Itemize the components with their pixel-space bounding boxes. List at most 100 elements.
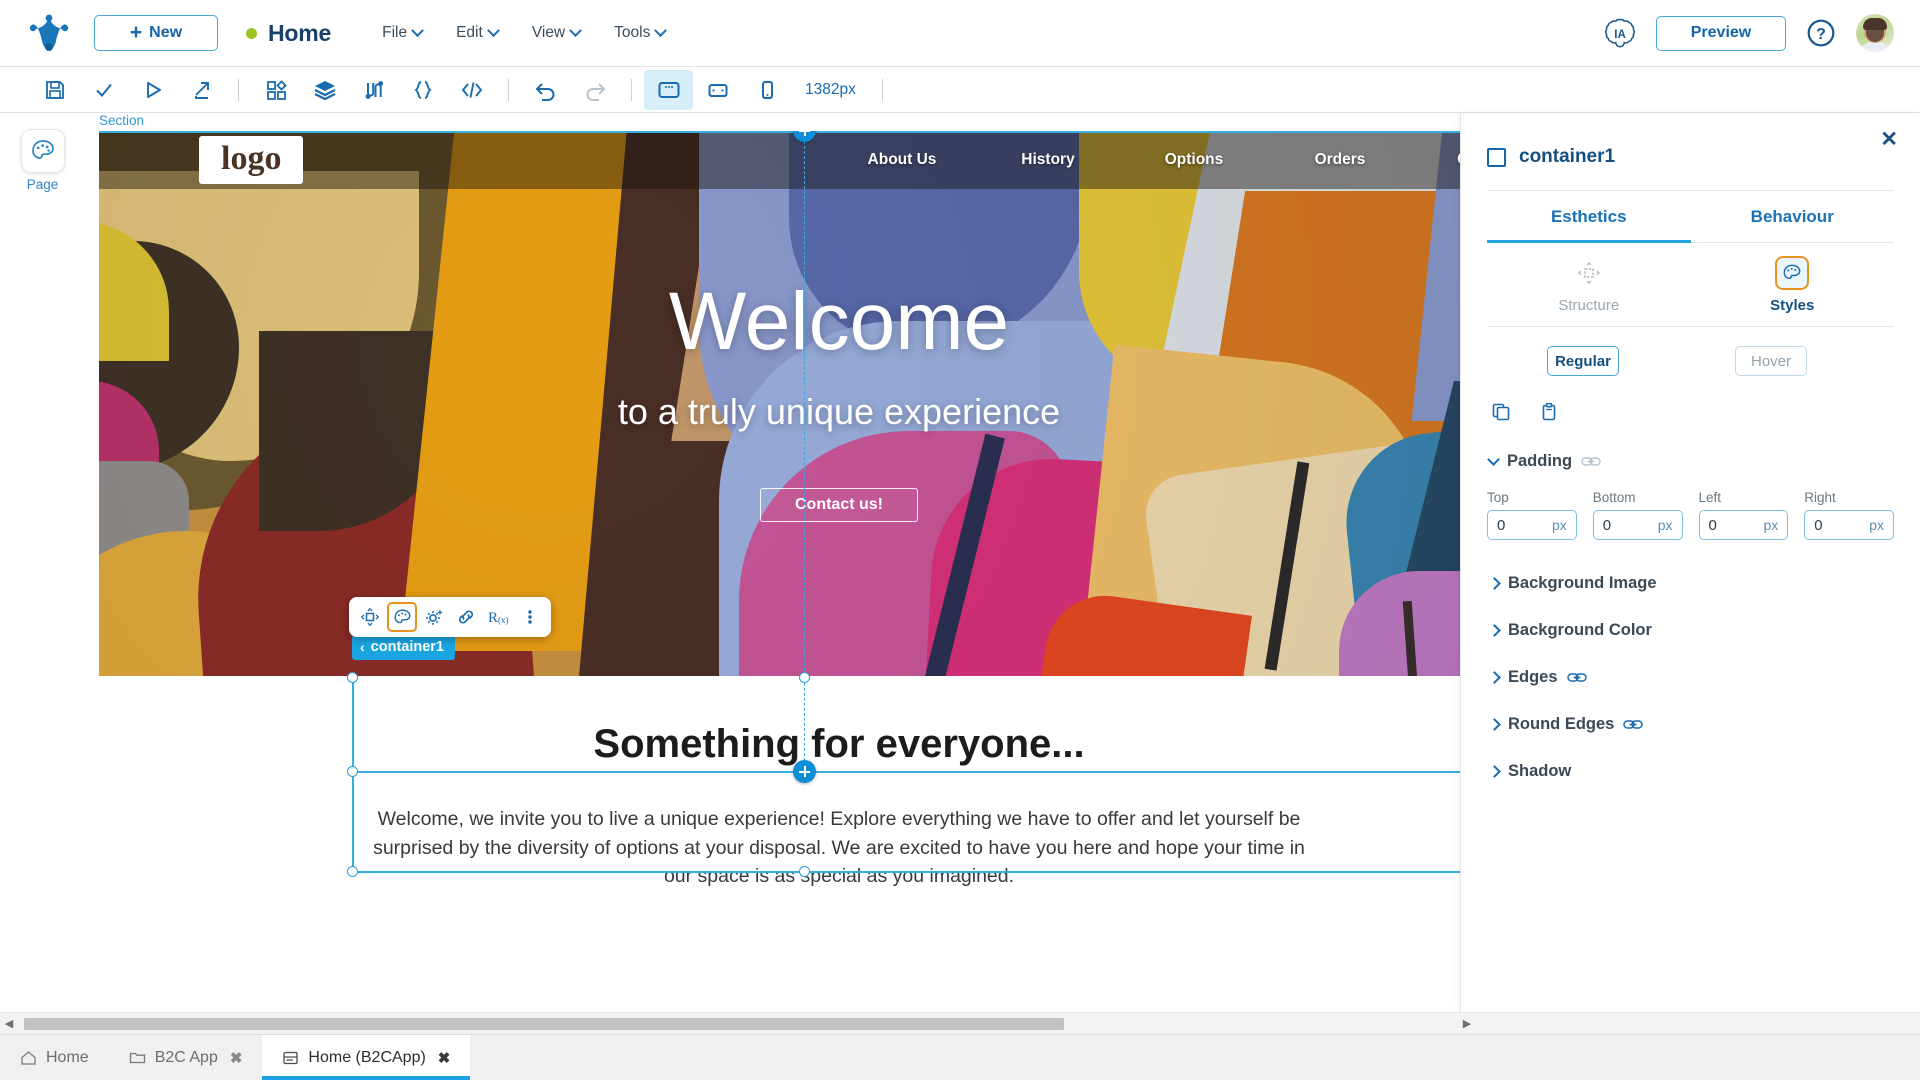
selection-badge-container1[interactable]: ‹ container1	[352, 635, 456, 660]
braces-icon[interactable]	[398, 70, 447, 110]
padding-top-input[interactable]: 0 px	[1487, 510, 1577, 540]
avatar[interactable]	[1856, 14, 1894, 52]
accordion-edges[interactable]: Edges	[1487, 654, 1894, 701]
link-icon[interactable]	[451, 602, 481, 632]
formula-icon[interactable]: R (x)	[483, 602, 513, 632]
data-icon[interactable]	[349, 70, 398, 110]
components-icon[interactable]	[251, 70, 300, 110]
design-canvas[interactable]: Section logo About Us History Options Or…	[85, 113, 1460, 1012]
rail-item-page[interactable]: Page	[0, 129, 85, 192]
copy-icon[interactable]	[1487, 398, 1515, 426]
accordion-background-image-label: Background Image	[1508, 574, 1657, 592]
move-icon[interactable]	[355, 602, 385, 632]
check-icon[interactable]	[79, 70, 128, 110]
effects-icon[interactable]	[419, 602, 449, 632]
menu-view[interactable]: View	[515, 18, 597, 48]
bottom-tab-b2c-app[interactable]: B2C App ✖	[109, 1035, 263, 1080]
scroll-left-icon[interactable]: ◀	[0, 1017, 18, 1030]
padding-left-input[interactable]: 0 px	[1698, 510, 1789, 540]
app-logo-icon[interactable]	[26, 11, 72, 55]
state-regular-button[interactable]: Regular	[1547, 346, 1619, 376]
ia-badge-icon[interactable]: IA	[1604, 17, 1636, 49]
chevron-right-icon	[1488, 624, 1501, 637]
resize-handle-bottom-center[interactable]	[799, 866, 810, 877]
panel-element-header: container1	[1487, 113, 1894, 190]
content-section[interactable]: Something for everyone... Welcome, we in…	[99, 676, 1460, 891]
padding-top-cell: Top 0 px	[1487, 490, 1577, 540]
menu-tools-label: Tools	[614, 24, 651, 41]
accordion-shadow-label: Shadow	[1508, 762, 1572, 780]
bottom-tab-home-b2capp[interactable]: Home (B2CApp) ✖	[262, 1035, 471, 1080]
nav-link-contact[interactable]: Contact	[1413, 151, 1460, 169]
hero-subtitle: to a truly unique experience	[617, 391, 1061, 432]
subtab-styles[interactable]: Styles	[1691, 243, 1895, 326]
accordion-background-color[interactable]: Background Color	[1487, 607, 1894, 654]
paste-icon[interactable]	[1535, 398, 1563, 426]
selection-badge-label: container1	[370, 639, 445, 655]
resize-handle-top-center[interactable]	[799, 672, 810, 683]
content-heading: Something for everyone...	[593, 722, 1085, 766]
accordion-padding[interactable]: Padding	[1487, 443, 1894, 480]
hero-cta-button[interactable]: Contact us!	[760, 488, 918, 522]
scroll-thumb[interactable]	[24, 1017, 1064, 1030]
link-chain-icon[interactable]	[1581, 455, 1601, 468]
bottom-tab-home[interactable]: Home	[0, 1035, 109, 1080]
tab-esthetics[interactable]: Esthetics	[1487, 191, 1691, 243]
viewport-width-value[interactable]: 1382px	[791, 81, 870, 99]
accordion-round-edges-label: Round Edges	[1508, 715, 1615, 733]
folder-icon	[129, 1050, 146, 1065]
link-chain-icon[interactable]	[1566, 671, 1587, 684]
undo-icon[interactable]	[521, 70, 570, 110]
horizontal-scrollbar[interactable]: ◀ ▶	[0, 1012, 1920, 1034]
viewport-desktop-icon[interactable]	[644, 69, 693, 110]
close-icon[interactable]: ✖	[438, 1049, 451, 1067]
play-icon[interactable]	[128, 70, 177, 110]
resize-handle-top-left[interactable]	[347, 672, 358, 683]
state-hover-button[interactable]: Hover	[1735, 346, 1807, 376]
hero-section[interactable]: logo About Us History Options Orders Con…	[99, 131, 1460, 677]
viewport-tablet-icon[interactable]	[693, 70, 742, 110]
menu-edit[interactable]: Edit	[439, 18, 515, 48]
preview-button[interactable]: Preview	[1656, 15, 1786, 51]
close-icon[interactable]: ✖	[230, 1049, 243, 1067]
container-bottom-edge	[352, 871, 1460, 873]
padding-bottom-input[interactable]: 0 px	[1592, 510, 1683, 540]
new-button[interactable]: + New	[94, 15, 218, 51]
resize-handle-bottom-left[interactable]	[347, 866, 358, 877]
padding-left-unit: px	[1763, 517, 1779, 533]
more-icon[interactable]	[515, 602, 545, 632]
page-frame: logo About Us History Options Orders Con…	[99, 131, 1460, 990]
menu-file[interactable]: File	[365, 18, 439, 48]
close-icon[interactable]: ✕	[1880, 129, 1898, 150]
scroll-track[interactable]	[18, 1017, 1920, 1031]
accordion-shadow[interactable]: Shadow	[1487, 748, 1894, 795]
redo-icon[interactable]	[570, 70, 619, 110]
add-element-mid-node[interactable]	[793, 760, 816, 783]
nav-link-about-us[interactable]: About Us	[829, 151, 975, 169]
nav-link-options[interactable]: Options	[1121, 151, 1267, 169]
padding-right-cell: Right 0 px	[1804, 490, 1894, 540]
save-icon[interactable]	[30, 70, 79, 110]
site-logo[interactable]: logo	[199, 136, 304, 184]
padding-right-input[interactable]: 0 px	[1804, 510, 1894, 540]
tab-behaviour[interactable]: Behaviour	[1690, 191, 1894, 243]
link-chain-icon[interactable]	[1623, 718, 1644, 731]
subtab-structure[interactable]: Structure	[1487, 243, 1691, 326]
scroll-right-icon[interactable]: ▶	[1458, 1017, 1476, 1030]
nav-link-orders[interactable]: Orders	[1267, 151, 1413, 169]
accordion-background-image[interactable]: Background Image	[1487, 560, 1894, 607]
menu-tools[interactable]: Tools	[597, 18, 682, 48]
status-dot-icon	[246, 27, 257, 39]
viewport-mobile-icon[interactable]	[742, 70, 791, 110]
palette-icon[interactable]	[387, 602, 417, 632]
padding-left-label: Left	[1698, 490, 1722, 505]
publish-icon[interactable]	[177, 70, 226, 110]
resize-handle-mid-left[interactable]	[347, 766, 358, 777]
code-icon[interactable]	[447, 70, 496, 110]
accordion-round-edges[interactable]: Round Edges	[1487, 701, 1894, 748]
layers-icon[interactable]	[300, 70, 349, 110]
help-icon[interactable]: ?	[1806, 18, 1836, 48]
nav-link-history[interactable]: History	[975, 151, 1121, 169]
accordion-background-color-label: Background Color	[1508, 621, 1652, 639]
page-title: Home	[268, 19, 332, 46]
